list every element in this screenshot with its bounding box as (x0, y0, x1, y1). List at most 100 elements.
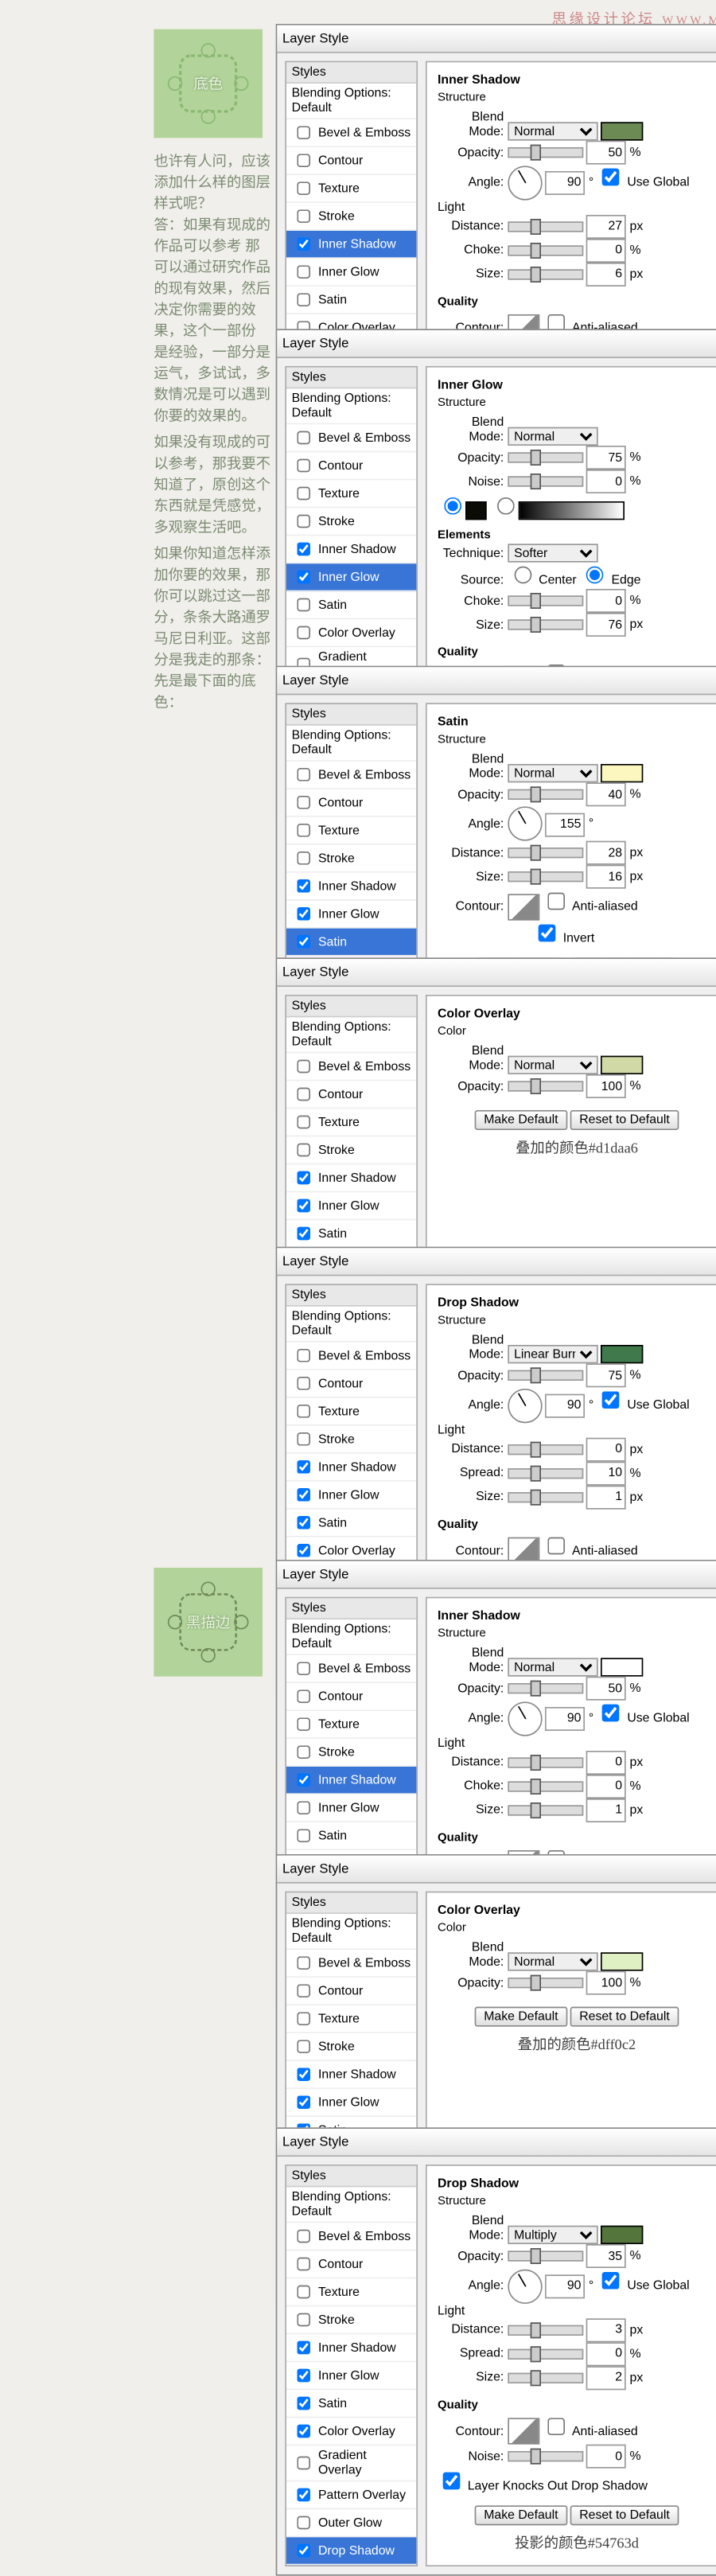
fx-checkbox[interactable] (297, 1227, 310, 1241)
fx-checkbox[interactable] (297, 879, 310, 893)
fx-row-satin[interactable]: Satin (286, 1510, 416, 1537)
distance-input[interactable] (586, 841, 626, 865)
fx-checkbox[interactable] (297, 2397, 310, 2410)
color-swatch[interactable] (601, 2226, 643, 2244)
fx-row-texture[interactable]: Texture (286, 1109, 416, 1136)
distance-slider[interactable] (508, 2325, 583, 2336)
reset-default-button[interactable]: Reset to Default (570, 2506, 679, 2526)
fx-row-contour[interactable]: Contour (286, 789, 416, 817)
blending-options-row[interactable]: Blending Options: Default (286, 1914, 416, 1950)
fx-checkbox[interactable] (297, 1349, 310, 1362)
size-slider[interactable] (508, 1492, 583, 1502)
fx-row-drop-shadow[interactable]: Drop Shadow (286, 2537, 416, 2565)
antialiased-checkbox[interactable] (548, 1537, 566, 1555)
blending-options-row[interactable]: Blending Options: Default (286, 2187, 416, 2223)
angle-dial[interactable] (508, 2270, 542, 2304)
fx-checkbox[interactable] (297, 1060, 310, 1074)
fx-row-satin[interactable]: Satin (286, 929, 416, 957)
reset-default-button[interactable]: Reset to Default (570, 1111, 679, 1131)
opacity-input[interactable] (586, 141, 626, 165)
distance-slider[interactable] (508, 848, 583, 859)
opacity-slider[interactable] (508, 1370, 583, 1381)
fx-checkbox[interactable] (297, 2457, 310, 2470)
opacity-slider[interactable] (508, 2251, 583, 2262)
fx-row-gradient-overlay[interactable]: Gradient Overlay (286, 2445, 416, 2481)
angle-dial[interactable] (508, 166, 542, 200)
antialiased-checkbox[interactable] (548, 2418, 566, 2435)
spread-input[interactable] (586, 1462, 626, 1486)
fx-row-inner-shadow[interactable]: Inner Shadow (286, 2061, 416, 2089)
blend-mode-select[interactable]: Normal (508, 427, 597, 446)
fx-checkbox[interactable] (297, 1144, 310, 1157)
fx-row-inner-shadow[interactable]: Inner Shadow (286, 1454, 416, 1482)
global-light-checkbox[interactable] (602, 169, 620, 186)
opacity-input[interactable] (586, 1971, 626, 1995)
gradient-picker[interactable] (518, 502, 624, 520)
fx-checkbox[interactable] (297, 935, 310, 949)
fx-checkbox[interactable] (297, 2313, 310, 2327)
fx-row-bevel-emboss[interactable]: Bevel & Emboss (286, 424, 416, 452)
fx-checkbox[interactable] (297, 571, 310, 584)
styles-header[interactable]: Styles (286, 2166, 416, 2188)
fx-row-contour[interactable]: Contour (286, 1978, 416, 2005)
distance-input[interactable] (586, 1438, 626, 1462)
titlebar[interactable]: Layer Style─□× (277, 1248, 716, 1276)
titlebar[interactable]: Layer Style─□× (277, 1856, 716, 1884)
fx-row-stroke[interactable]: Stroke (286, 1426, 416, 1454)
fx-row-outer-glow[interactable]: Outer Glow (286, 2509, 416, 2537)
color-swatch[interactable] (601, 123, 643, 141)
fx-row-stroke[interactable]: Stroke (286, 845, 416, 873)
fx-checkbox[interactable] (297, 181, 310, 195)
fx-row-bevel-emboss[interactable]: Bevel & Emboss (286, 762, 416, 789)
fx-row-stroke[interactable]: Stroke (286, 1739, 416, 1767)
opacity-input[interactable] (586, 1364, 626, 1388)
fx-checkbox[interactable] (297, 598, 310, 612)
fx-row-satin[interactable]: Satin (286, 2390, 416, 2418)
styles-header[interactable]: Styles (286, 1598, 416, 1619)
contour-picker[interactable] (508, 2418, 539, 2445)
fx-checkbox[interactable] (297, 1088, 310, 1101)
styles-header[interactable]: Styles (286, 368, 416, 389)
angle-input[interactable] (545, 813, 585, 836)
opacity-input[interactable] (586, 1075, 626, 1099)
antialiased-checkbox[interactable] (548, 893, 566, 910)
distance-slider[interactable] (508, 1444, 583, 1455)
technique-select[interactable]: Softer (508, 544, 597, 563)
opacity-input[interactable] (586, 1677, 626, 1701)
fx-checkbox[interactable] (297, 2230, 310, 2243)
fx-row-contour[interactable]: Contour (286, 147, 416, 175)
fx-row-stroke[interactable]: Stroke (286, 203, 416, 231)
blend-mode-select[interactable]: Normal (508, 1056, 597, 1074)
blending-options-row[interactable]: Blending Options: Default (286, 1017, 416, 1053)
source-center-radio[interactable] (514, 567, 531, 584)
distance-input[interactable] (586, 2318, 626, 2342)
blend-mode-select[interactable]: Normal (508, 1658, 597, 1676)
fx-row-satin[interactable]: Satin (286, 591, 416, 619)
fx-checkbox[interactable] (297, 2516, 310, 2530)
global-light-checkbox[interactable] (602, 1392, 620, 1409)
fx-checkbox[interactable] (297, 2258, 310, 2271)
choke-slider[interactable] (508, 1781, 583, 1791)
fx-row-texture[interactable]: Texture (286, 1711, 416, 1739)
fx-row-bevel-emboss[interactable]: Bevel & Emboss (286, 119, 416, 147)
opacity-slider[interactable] (508, 789, 583, 800)
choke-slider[interactable] (508, 245, 583, 255)
blending-options-row[interactable]: Blending Options: Default (286, 388, 416, 424)
fx-checkbox[interactable] (297, 1745, 310, 1759)
fx-checkbox[interactable] (297, 237, 310, 251)
spread-slider[interactable] (508, 1468, 583, 1479)
angle-input[interactable] (545, 171, 585, 195)
fx-row-contour[interactable]: Contour (286, 2251, 416, 2278)
fx-row-satin[interactable]: Satin (286, 286, 416, 314)
opacity-slider[interactable] (508, 1684, 583, 1694)
angle-input[interactable] (545, 1394, 585, 1418)
choke-input[interactable] (586, 239, 626, 263)
fx-row-satin[interactable]: Satin (286, 1220, 416, 1248)
angle-dial[interactable] (508, 1701, 542, 1736)
fx-checkbox[interactable] (297, 1956, 310, 1970)
fx-checkbox[interactable] (297, 2341, 310, 2355)
blending-options-row[interactable]: Blending Options: Default (286, 1619, 416, 1655)
opacity-slider[interactable] (508, 148, 583, 158)
titlebar[interactable]: Layer Style─□× (277, 330, 716, 358)
fx-row-bevel-emboss[interactable]: Bevel & Emboss (286, 1053, 416, 1081)
